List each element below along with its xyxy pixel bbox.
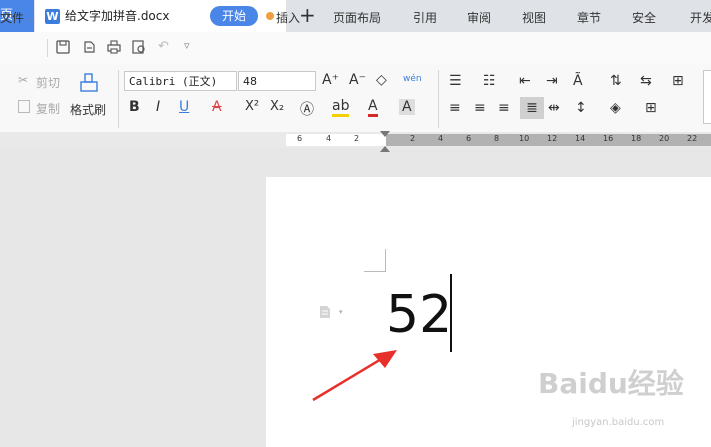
menu-section[interactable]: 章节 <box>577 9 601 26</box>
document-page[interactable] <box>266 177 711 447</box>
unsaved-dot-icon <box>266 12 274 20</box>
ruler-tick: 6 <box>466 134 472 143</box>
menu-security[interactable]: 安全 <box>632 9 656 26</box>
borders-icon[interactable]: ⊞ <box>645 100 657 116</box>
watermark-logo: Baidu经验 <box>538 367 684 400</box>
line-spacing-icon[interactable]: ⇆ <box>640 73 652 89</box>
font-color-button[interactable]: A <box>368 98 378 117</box>
divider <box>438 70 439 128</box>
superscript-button[interactable]: X² <box>245 99 259 114</box>
ruler-tick: 22 <box>687 134 698 143</box>
text-cursor <box>450 274 452 352</box>
divider <box>47 39 48 57</box>
ruler-tick: 16 <box>603 134 614 143</box>
text-effect-icon[interactable]: Ⓐ <box>300 99 314 119</box>
ruler-tick: 14 <box>575 134 586 143</box>
ruler-tick: 6 <box>297 134 303 143</box>
menu-references[interactable]: 引用 <box>413 9 437 26</box>
font-size-value: 48 <box>243 75 257 88</box>
underline-button[interactable]: U <box>179 99 189 115</box>
menu-page-layout[interactable]: 页面布局 <box>333 9 381 26</box>
align-right-icon[interactable]: ≡ <box>498 100 510 116</box>
word-doc-icon: W <box>45 9 60 24</box>
export-pdf-icon[interactable] <box>82 40 96 54</box>
align-left-icon[interactable]: ≡ <box>449 100 461 116</box>
show-marks-icon[interactable]: ⊞ <box>672 73 684 89</box>
ruler-tick: 20 <box>659 134 670 143</box>
font-size-select[interactable]: 48 <box>238 71 316 91</box>
ruler-tick: 2 <box>354 134 360 143</box>
print-preview-icon[interactable] <box>132 40 146 54</box>
document-text[interactable]: 52 <box>386 283 452 347</box>
menu-review[interactable]: 审阅 <box>467 9 491 26</box>
bullet-list-icon[interactable]: ☰ <box>449 73 462 89</box>
menu-insert[interactable]: 插入 <box>276 9 300 26</box>
cut-button[interactable]: 剪切 <box>36 74 60 91</box>
new-tab-button[interactable]: + <box>299 4 316 26</box>
undo-icon[interactable]: ↶ <box>158 39 169 54</box>
paragraph-spacing-icon[interactable]: ↕ <box>575 100 587 116</box>
italic-button[interactable]: I <box>156 99 160 115</box>
font-name-select[interactable]: Calibri (正文) <box>124 71 237 91</box>
document-tab-title: 给文字加拼音.docx <box>65 9 170 23</box>
increase-indent-icon[interactable]: ⇥ <box>546 73 558 89</box>
watermark-url: jingyan.baidu.com <box>572 417 665 428</box>
margin-corner-mark <box>385 249 386 272</box>
text-direction-icon[interactable]: Ã <box>573 73 583 89</box>
strikethrough-button[interactable]: A <box>212 99 222 115</box>
format-painter-icon[interactable] <box>78 72 100 94</box>
ruler-tick: 4 <box>326 134 332 143</box>
subscript-button[interactable]: X₂ <box>270 99 284 114</box>
ruler-tick: 2 <box>410 134 416 143</box>
chevron-down-icon: ⌵ <box>27 15 35 25</box>
menu-developer[interactable]: 开发 <box>690 9 711 26</box>
paragraph-handle-icon[interactable] <box>319 305 331 319</box>
annotation-arrow <box>312 350 397 402</box>
copy-button[interactable]: 复制 <box>36 100 60 117</box>
quick-access-dropdown-icon[interactable]: ▿ <box>184 39 190 52</box>
divider <box>118 70 119 128</box>
hanging-indent-marker[interactable] <box>380 146 390 152</box>
highlight-button[interactable]: ab <box>332 98 350 117</box>
scissors-icon[interactable]: ✂ <box>18 73 28 87</box>
font-name-value: Calibri (正文) <box>129 75 218 88</box>
menu-file-label: 文件 <box>0 11 25 25</box>
decrease-indent-icon[interactable]: ⇤ <box>519 73 531 89</box>
justify-icon[interactable]: ≣ <box>520 97 544 119</box>
margin-corner-mark <box>364 271 386 272</box>
print-icon[interactable] <box>107 40 121 54</box>
bold-button[interactable]: B <box>129 99 140 115</box>
menu-file[interactable]: 文件 ⌵ <box>0 9 35 26</box>
menu-start-tab[interactable]: 开始 <box>210 6 258 26</box>
sort-icon[interactable]: ⇅ <box>610 73 622 89</box>
ruler-tick: 4 <box>438 134 444 143</box>
numbered-list-icon[interactable]: ☷ <box>483 73 496 89</box>
clear-format-icon[interactable]: ◇ <box>376 72 387 88</box>
paragraph-handle-dropdown-icon[interactable]: ▾ <box>339 308 343 316</box>
first-line-indent-marker[interactable] <box>380 131 390 137</box>
styles-gallery[interactable] <box>703 70 711 124</box>
pinyin-guide-button[interactable]: wén <box>403 74 422 84</box>
ruler-tick: 18 <box>631 134 642 143</box>
save-icon[interactable] <box>56 40 70 54</box>
copy-icon[interactable] <box>18 100 30 113</box>
shading-icon[interactable]: ◈ <box>610 100 621 116</box>
shrink-font-button[interactable]: A⁻ <box>349 72 366 88</box>
ruler-tick: 12 <box>547 134 558 143</box>
char-shading-icon[interactable]: A <box>399 99 415 115</box>
ruler-tick: 8 <box>494 134 500 143</box>
menu-view[interactable]: 视图 <box>522 9 546 26</box>
distributed-align-icon[interactable]: ⇹ <box>548 100 560 116</box>
align-center-icon[interactable]: ≡ <box>474 100 486 116</box>
format-painter-button[interactable]: 格式刷 <box>70 101 106 118</box>
grow-font-button[interactable]: A⁺ <box>322 72 339 88</box>
ruler-tick: 10 <box>519 134 530 143</box>
